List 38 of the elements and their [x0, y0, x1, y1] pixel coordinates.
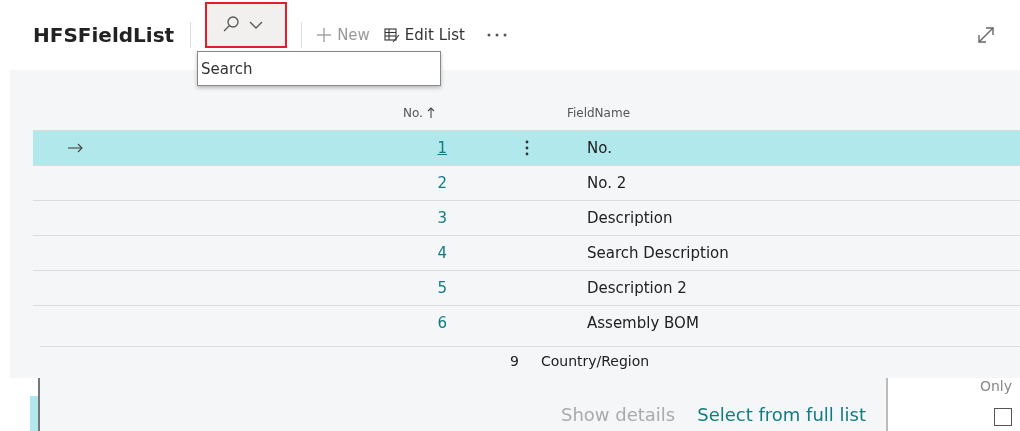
table-cell: Country/Region: [540, 353, 650, 369]
row-menu-icon[interactable]: [525, 140, 529, 156]
table-cell: No.: [587, 139, 612, 157]
table-cell: 9: [510, 353, 519, 369]
table-cell: Assembly BOM: [587, 314, 699, 332]
table-row[interactable]: 3 Description: [33, 200, 1020, 235]
plus-icon: [316, 27, 333, 43]
table-edit-icon: [383, 27, 400, 43]
checkbox[interactable]: [994, 408, 1012, 426]
row-highlight-strip: [30, 396, 38, 431]
search-button[interactable]: [205, 2, 288, 48]
table-cell: No. 2: [587, 174, 627, 192]
table-row[interactable]: 5 Description 2: [33, 270, 1020, 305]
chevron-down-icon: [249, 20, 264, 30]
table-cell: Description: [587, 209, 673, 227]
table-row[interactable]: 2 No. 2: [33, 165, 1020, 200]
page-title: HFSFieldList: [33, 23, 175, 47]
column-header[interactable]: FieldName: [566, 106, 1020, 120]
table-row[interactable]: 6 Assembly BOM: [33, 305, 1020, 340]
number-link[interactable]: 2: [437, 174, 447, 192]
number-link[interactable]: 3: [437, 209, 447, 227]
table-row[interactable]: 1 No.: [33, 130, 1020, 165]
column-header[interactable]: No.: [403, 106, 423, 120]
table-row[interactable]: 4 Search Description: [33, 235, 1020, 270]
number-link[interactable]: 4: [437, 244, 447, 262]
table-cell: Description 2: [587, 279, 687, 297]
more-icon[interactable]: [486, 33, 507, 37]
number-link[interactable]: 6: [437, 314, 447, 332]
column-header: Only: [979, 378, 1012, 394]
edit-list-button[interactable]: Edit List: [383, 26, 465, 44]
row-arrow-icon: [67, 143, 83, 153]
number-link[interactable]: 5: [437, 279, 447, 297]
number-link[interactable]: 1: [437, 139, 447, 157]
search-field[interactable]: Search: [197, 51, 441, 86]
sort-arrow-icon: [426, 107, 435, 119]
select-link[interactable]: Select from full list: [697, 404, 866, 425]
table-cell: Search Description: [587, 244, 729, 262]
expand-icon[interactable]: [976, 25, 996, 45]
